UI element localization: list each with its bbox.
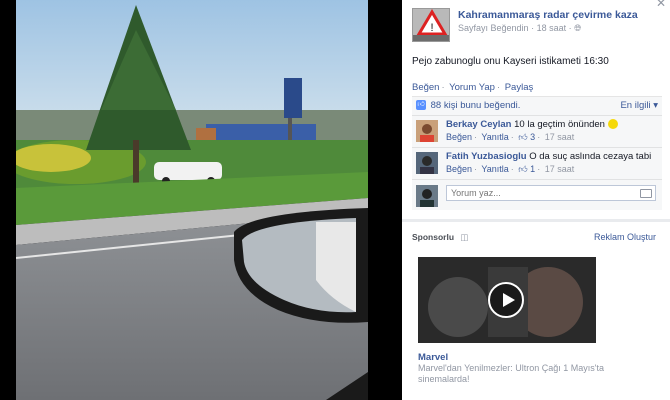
comment-like-button[interactable]: Beğen bbox=[446, 164, 472, 174]
create-ad-link[interactable]: Reklam Oluştur bbox=[594, 232, 656, 242]
comment-time[interactable]: 17 saat bbox=[545, 164, 575, 174]
close-icon[interactable]: ✕ bbox=[656, 0, 666, 10]
post-text: Pejo zabunoglu onu Kayseri istikameti 16… bbox=[412, 56, 609, 67]
comment-reply-button[interactable]: Yanıtla bbox=[481, 132, 508, 142]
comment-time[interactable]: 17 saat bbox=[545, 132, 575, 142]
ad-title[interactable]: Marvel bbox=[418, 352, 448, 363]
post-actions: Beğen · Yorum Yap · Paylaş bbox=[412, 82, 534, 93]
post-photo[interactable] bbox=[16, 0, 368, 400]
current-user-avatar bbox=[416, 185, 438, 207]
liked-page-label[interactable]: Sayfayı Beğendin bbox=[458, 23, 529, 33]
play-icon[interactable] bbox=[488, 282, 524, 318]
divider bbox=[402, 219, 670, 222]
page-name[interactable]: Kahramanmaraş radar çevirme kaza bbox=[458, 9, 638, 21]
comment-like-count[interactable]: 1 bbox=[530, 164, 535, 174]
likes-row: 👍︎ 88 kişi bunu beğendi. En ilgili ▾ bbox=[412, 97, 662, 116]
like-thumb-icon: 👍︎ bbox=[416, 100, 426, 111]
comment-input[interactable] bbox=[446, 185, 656, 201]
smile-emoji-icon bbox=[607, 119, 618, 130]
comment-body: Berkay Ceylan 10 la geçtim önünden bbox=[446, 119, 618, 130]
ad-description[interactable]: Marvel'dan Yenilmezler: Ultron Çağı 1 Ma… bbox=[418, 363, 648, 385]
page-avatar[interactable]: ! bbox=[412, 8, 450, 42]
post-time[interactable]: 18 saat bbox=[537, 23, 567, 33]
share-button[interactable]: Paylaş bbox=[505, 82, 534, 93]
post-meta: Sayfayı Beğendin · 18 saat · 🌐︎ bbox=[458, 23, 582, 33]
like-button[interactable]: Beğen bbox=[412, 82, 439, 93]
comment-like-count[interactable]: 3 bbox=[530, 132, 535, 142]
likes-count[interactable]: 88 kişi bunu beğendi. bbox=[431, 100, 521, 111]
comment-button[interactable]: Yorum Yap bbox=[449, 82, 495, 93]
sponsored-label: Sponsorlu bbox=[412, 232, 455, 242]
comment-author[interactable]: Berkay Ceylan bbox=[446, 119, 511, 130]
ad-video-thumbnail[interactable] bbox=[418, 257, 596, 343]
comment-actions: Beğen · Yanıtla · 👍︎ 3 · 17 saat bbox=[446, 132, 575, 142]
comment-actions: Beğen · Yanıtla · 👍︎ 1 · 17 saat bbox=[446, 164, 575, 174]
comment-like-button[interactable]: Beğen bbox=[446, 132, 472, 142]
comment-reply-button[interactable]: Yanıtla bbox=[481, 164, 508, 174]
post-sidebar: ✕ ! Kahramanmaraş radar çevirme kaza Say… bbox=[402, 0, 670, 400]
svg-text:!: ! bbox=[430, 22, 433, 34]
comment-item: Berkay Ceylan 10 la geçtim önünden Beğen… bbox=[412, 116, 662, 148]
commenter-avatar[interactable] bbox=[416, 152, 438, 174]
like-thumb-icon: 👍︎ bbox=[518, 164, 528, 174]
comment-text: 10 la geçtim önünden bbox=[514, 119, 605, 130]
comment-item: Fatih Yuzbasioglu O da suç aslında cezay… bbox=[412, 148, 662, 180]
globe-icon: 🌐︎ bbox=[574, 23, 582, 33]
like-thumb-icon: 👍︎ bbox=[518, 132, 528, 142]
comment-text: O da suç aslında cezaya tabi bbox=[529, 151, 652, 162]
commenter-avatar[interactable] bbox=[416, 120, 438, 142]
sponsored-info-icon[interactable]: ◫ bbox=[460, 232, 468, 243]
sponsored-header: Sponsorlu ◫ bbox=[412, 232, 468, 243]
camera-icon[interactable] bbox=[640, 189, 652, 198]
comment-body: Fatih Yuzbasioglu O da suç aslında cezay… bbox=[446, 151, 651, 162]
photo-viewer bbox=[0, 0, 402, 400]
comment-author[interactable]: Fatih Yuzbasioglu bbox=[446, 151, 527, 162]
feedback-box: 👍︎ 88 kişi bunu beğendi. En ilgili ▾ Ber… bbox=[412, 96, 662, 210]
sort-comments-dropdown[interactable]: En ilgili ▾ bbox=[620, 97, 658, 115]
write-comment-row bbox=[412, 180, 662, 210]
